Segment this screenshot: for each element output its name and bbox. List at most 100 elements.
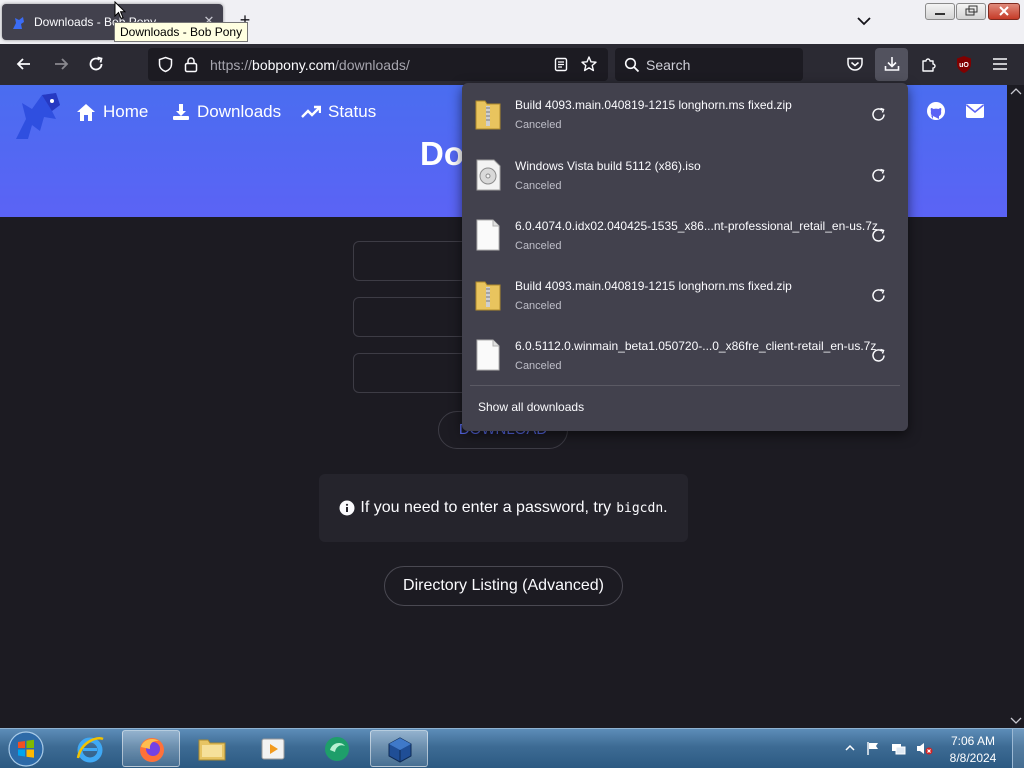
network-icon[interactable] — [891, 741, 906, 756]
windows-start-orb-icon[interactable] — [6, 730, 46, 768]
site-nav-downloads[interactable]: Downloads — [172, 100, 281, 124]
virtualbox-icon — [388, 737, 412, 763]
tracking-protection-shield-icon[interactable] — [157, 56, 174, 73]
show-hidden-icons-arrow-icon[interactable] — [845, 743, 855, 753]
download-status: Canceled — [515, 240, 562, 252]
tab-tooltip: Downloads - Bob Pony — [114, 22, 249, 42]
retry-icon[interactable] — [870, 227, 887, 244]
url-text[interactable]: https://bobpony.com/downloads/ — [210, 57, 410, 73]
download-filename: Build 4093.main.040819-1215 longhorn.ms … — [515, 98, 792, 112]
url-scheme: https:// — [210, 57, 253, 73]
download-filename: Windows Vista build 5112 (x86).iso — [515, 159, 701, 173]
taskbar-file-explorer[interactable] — [183, 730, 241, 767]
green-app-icon — [325, 737, 349, 761]
panel-divider — [470, 385, 900, 386]
directory-listing-button[interactable]: Directory Listing (Advanced) — [384, 566, 623, 606]
taskbar-app[interactable] — [308, 730, 366, 767]
site-nav-home[interactable]: Home — [76, 100, 148, 124]
retry-icon[interactable] — [870, 287, 887, 304]
info-circle-icon — [339, 500, 355, 516]
windows-taskbar: 7:06 AM 8/8/2024 — [0, 728, 1024, 768]
navigation-toolbar: https://bobpony.com/downloads/ Search uO — [0, 44, 1024, 85]
retry-icon[interactable] — [870, 347, 887, 364]
download-filename: 6.0.4074.0.idx02.040425-1535_x86...nt-pr… — [515, 219, 878, 233]
search-bar[interactable]: Search — [615, 48, 803, 81]
site-nav-downloads-label: Downloads — [197, 102, 282, 121]
restore-icon — [965, 5, 978, 16]
forward-arrow-icon[interactable] — [51, 54, 71, 74]
internet-explorer-icon — [76, 737, 104, 763]
window-restore-button[interactable] — [956, 3, 986, 20]
scroll-down-arrow-icon[interactable] — [1010, 716, 1022, 726]
home-icon — [77, 103, 95, 121]
zip-folder-icon — [475, 281, 501, 311]
back-arrow-icon[interactable] — [14, 54, 34, 74]
mouse-cursor-icon — [114, 1, 126, 20]
show-desktop-button[interactable] — [1012, 729, 1024, 768]
address-bar[interactable]: https://bobpony.com/downloads/ — [148, 48, 608, 81]
site-nav-home-label: Home — [103, 102, 149, 121]
hamburger-menu-icon[interactable] — [991, 56, 1009, 72]
show-all-downloads-link[interactable]: Show all downloads — [478, 400, 584, 414]
download-status: Canceled — [515, 360, 562, 372]
url-host: bobpony.com — [252, 57, 336, 73]
page-heading: Do — [420, 135, 464, 172]
file-icon — [476, 219, 500, 251]
zip-folder-icon — [475, 100, 501, 130]
bob-pony-favicon-icon — [13, 17, 24, 29]
clock-time[interactable]: 7:06 AM — [943, 734, 1003, 748]
download-item[interactable]: 6.0.5112.0.winmain_beta1.050720-...0_x86… — [462, 325, 908, 385]
taskbar-firefox[interactable] — [122, 730, 180, 767]
media-player-icon — [261, 738, 285, 760]
volume-muted-icon[interactable] — [916, 741, 933, 756]
download-item[interactable]: Windows Vista build 5112 (x86).iso Cance… — [462, 145, 908, 205]
site-nav-status-label: Status — [328, 102, 377, 121]
scroll-up-arrow-icon[interactable] — [1010, 86, 1022, 96]
taskbar-virtualbox[interactable] — [370, 730, 428, 767]
downloads-toolbar-button[interactable] — [875, 48, 908, 81]
retry-icon[interactable] — [870, 167, 887, 184]
site-nav-status[interactable]: Status — [301, 100, 376, 124]
github-icon[interactable] — [926, 101, 946, 121]
extensions-puzzle-icon[interactable] — [920, 55, 938, 73]
svg-text:uO: uO — [959, 62, 969, 69]
pocket-icon[interactable] — [846, 56, 864, 73]
reader-view-icon[interactable] — [553, 56, 569, 73]
trending-up-icon — [301, 105, 321, 118]
download-filename: Build 4093.main.040819-1215 longhorn.ms … — [515, 279, 792, 293]
download-status: Canceled — [515, 300, 562, 312]
download-item[interactable]: Build 4093.main.040819-1215 longhorn.ms … — [462, 84, 908, 144]
bob-pony-logo-icon[interactable] — [12, 89, 64, 141]
download-arrow-icon — [884, 57, 900, 71]
disc-image-icon — [476, 159, 501, 191]
list-all-tabs-chevron-icon[interactable] — [855, 12, 873, 30]
download-status: Canceled — [515, 119, 562, 131]
search-placeholder: Search — [646, 57, 691, 73]
taskbar-internet-explorer[interactable] — [61, 730, 119, 767]
search-icon — [624, 57, 640, 73]
downloads-panel: Build 4093.main.040819-1215 longhorn.ms … — [462, 83, 908, 431]
download-item[interactable]: 6.0.4074.0.idx02.040425-1535_x86...nt-pr… — [462, 205, 908, 265]
taskbar-media-player[interactable] — [244, 730, 302, 767]
mail-icon[interactable] — [965, 101, 985, 121]
firefox-icon — [140, 738, 164, 762]
password-hint-suffix: . — [663, 499, 668, 516]
retry-icon[interactable] — [870, 106, 887, 123]
minimize-icon — [935, 13, 945, 15]
download-item[interactable]: Build 4093.main.040819-1215 longhorn.ms … — [462, 265, 908, 325]
download-status: Canceled — [515, 180, 562, 192]
folder-icon — [198, 739, 226, 761]
download-icon — [173, 104, 189, 120]
window-minimize-button[interactable] — [925, 3, 955, 20]
password-hint-code: bigcdn — [616, 500, 664, 516]
clock-date[interactable]: 8/8/2024 — [943, 751, 1003, 765]
password-hint-box: If you need to enter a password, try big… — [319, 474, 688, 542]
ublock-origin-icon[interactable]: uO — [955, 55, 973, 74]
url-path: /downloads/ — [335, 57, 410, 73]
reload-icon[interactable] — [86, 54, 106, 74]
password-hint-text: If you need to enter a password, try — [360, 499, 612, 516]
padlock-icon[interactable] — [183, 56, 199, 73]
bookmark-star-icon[interactable] — [580, 55, 598, 73]
action-center-flag-icon[interactable] — [866, 741, 881, 756]
window-close-button[interactable] — [988, 3, 1020, 20]
